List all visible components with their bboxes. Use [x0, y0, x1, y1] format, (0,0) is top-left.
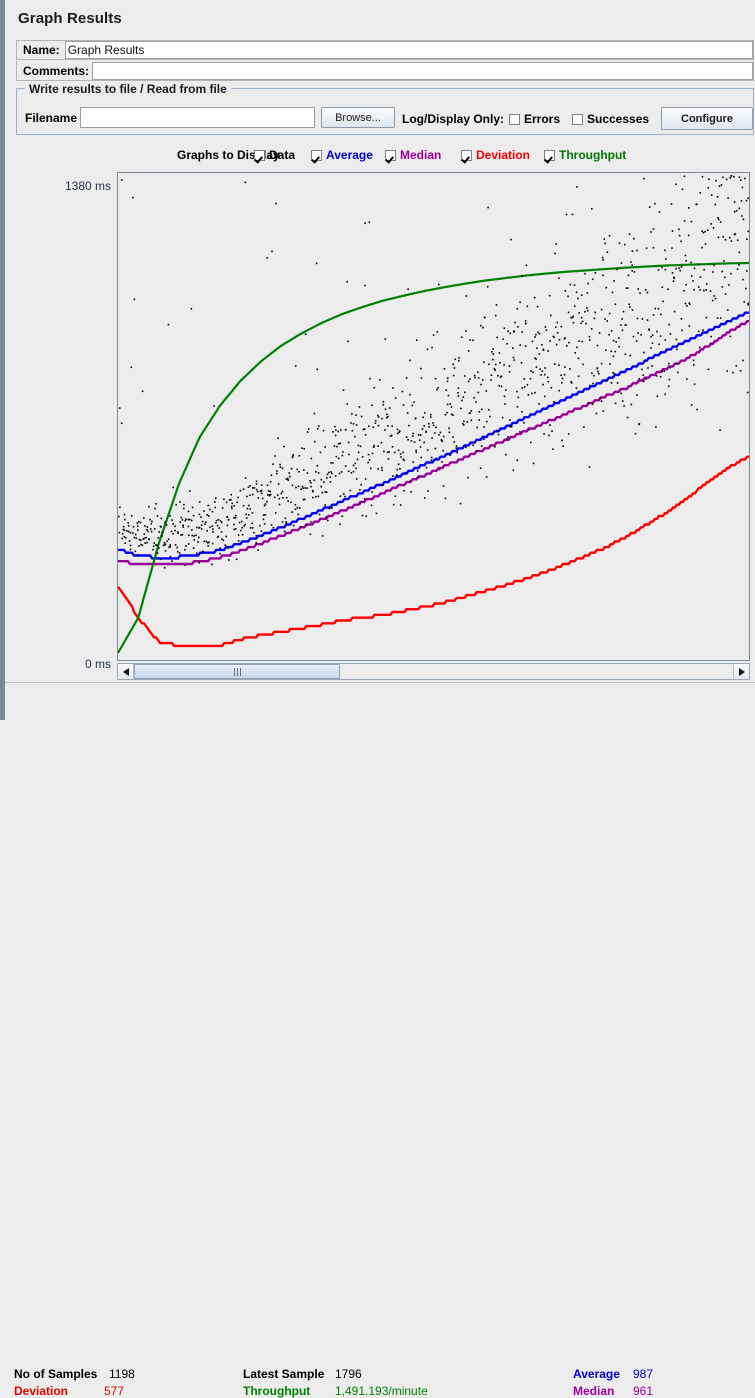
throughput-label: Throughput	[243, 1384, 311, 1398]
successes-label: Successes	[587, 112, 650, 126]
graph-toggle-label-data: Data	[269, 148, 296, 162]
series-throughput	[118, 261, 749, 654]
checkbox-box-successes[interactable]	[572, 113, 583, 125]
no-of-samples-label: No of Samples	[14, 1367, 98, 1381]
scrollbar-track[interactable]	[134, 664, 733, 679]
checkbox-box-errors[interactable]	[509, 113, 520, 125]
scroll-right-icon[interactable]	[733, 664, 749, 679]
latest-sample-label: Latest Sample	[243, 1367, 325, 1381]
deviation-label: Deviation	[14, 1384, 69, 1398]
browse-button[interactable]: Browse...	[321, 107, 395, 128]
name-row: Name: Graph Results	[16, 40, 754, 60]
filename-label: Filename	[25, 111, 78, 125]
log-display-only-label: Log/Display Only:	[402, 112, 505, 126]
comments-input[interactable]	[92, 61, 753, 80]
graph-results-window: Graph Results Name: Graph Results Commen…	[0, 0, 755, 1398]
errors-label: Errors	[524, 112, 561, 126]
checkbox-box-deviation[interactable]	[461, 149, 472, 161]
series-data-points	[118, 175, 749, 569]
deviation-value: 577	[104, 1384, 125, 1398]
graph-toggle-throughput[interactable]: Throughput	[544, 148, 626, 162]
y-axis-min-label: 0 ms	[84, 657, 111, 671]
results-graph-plot[interactable]	[117, 172, 750, 661]
checkbox-box-average[interactable]	[311, 149, 322, 161]
scrollbar-thumb[interactable]	[134, 664, 340, 679]
no-of-samples-value: 1198	[109, 1367, 135, 1381]
graph-horizontal-scrollbar[interactable]	[117, 663, 750, 680]
comments-row: Comments:	[16, 61, 754, 81]
configure-button[interactable]: Configure	[661, 107, 753, 130]
graph-toggle-label-median: Median	[400, 148, 442, 162]
median-label: Median	[573, 1384, 615, 1398]
successes-checkbox[interactable]: Successes	[572, 112, 649, 126]
graph-toggle-data[interactable]: Data	[254, 148, 295, 162]
graph-toggle-deviation[interactable]: Deviation	[461, 148, 530, 162]
graph-toggle-label-deviation: Deviation	[476, 148, 531, 162]
page-title: Graph Results	[18, 10, 122, 27]
comments-label: Comments:	[23, 63, 90, 78]
graph-toggle-median[interactable]: Median	[385, 148, 441, 162]
latest-sample-value: 1796	[335, 1367, 362, 1381]
graph-toggle-label-average: Average	[326, 148, 373, 162]
throughput-value: 1,491.193/minute	[335, 1384, 428, 1398]
scroll-left-icon[interactable]	[118, 664, 134, 679]
average-label: Average	[573, 1367, 620, 1381]
graph-toggle-label-throughput: Throughput	[559, 148, 627, 162]
median-value: 961	[633, 1384, 654, 1398]
average-value: 987	[633, 1367, 654, 1381]
checkbox-box-median[interactable]	[385, 149, 396, 161]
plot-svg	[118, 175, 749, 654]
checkbox-box-throughput[interactable]	[544, 149, 555, 161]
y-axis-max-label: 1380 ms	[64, 179, 111, 193]
write-results-legend: Write results to file / Read from file	[25, 82, 231, 96]
series-deviation	[118, 455, 749, 648]
filename-input[interactable]	[80, 107, 315, 128]
status-bar: No of Samples 1198 Deviation 577 Latest …	[5, 682, 755, 1398]
graph-toggle-average[interactable]: Average	[311, 148, 373, 162]
name-input[interactable]: Graph Results	[64, 41, 753, 59]
errors-checkbox[interactable]: Errors	[509, 112, 560, 126]
checkbox-box-data[interactable]	[254, 149, 265, 161]
name-label: Name:	[23, 43, 60, 57]
